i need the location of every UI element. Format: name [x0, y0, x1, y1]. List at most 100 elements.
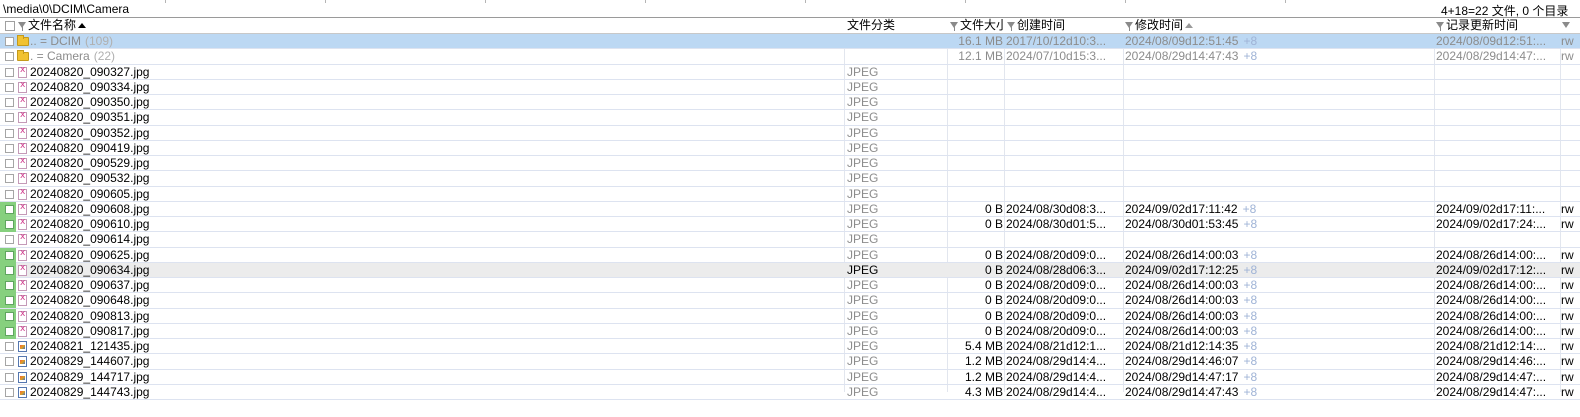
row-checkbox[interactable]: [5, 204, 14, 214]
row-checkbox[interactable]: [5, 82, 14, 92]
row-checkbox[interactable]: [5, 357, 14, 367]
row-checkbox[interactable]: [5, 235, 14, 245]
file-row[interactable]: 20240820_090610.jpgJPEG0 B2024/08/30d01:…: [0, 217, 1580, 233]
file-name[interactable]: 20240820_090817.jpg: [30, 324, 842, 339]
file-row[interactable]: 20240820_090351.jpg JPEG: [0, 110, 1580, 126]
column-header-attr[interactable]: [1562, 18, 1580, 34]
file-name[interactable]: 20240820_090813.jpg: [30, 309, 842, 324]
row-checkbox[interactable]: [5, 113, 14, 123]
row-checkbox[interactable]: [5, 387, 14, 397]
folder-row[interactable]: .. = DCIM (109) 16.1 MB 2017/10/12d10:3... 2…: [0, 34, 1580, 50]
file-name[interactable]: .. = DCIM (109): [30, 34, 842, 49]
file-name[interactable]: 20240829_144743.jpg: [30, 385, 842, 400]
file-name[interactable]: 20240820_090350.jpg: [30, 95, 842, 110]
file-row[interactable]: 20240821_121435.jpg JPEG 5.4 MB 2024/08/21d…: [0, 339, 1580, 355]
row-checkbox[interactable]: [5, 250, 14, 260]
column-header-type[interactable]: 文件分类: [847, 18, 947, 34]
column-header-size[interactable]: 文件大小: [950, 18, 1004, 34]
column-header-created[interactable]: 创建时间: [1007, 18, 1122, 34]
file-name[interactable]: 20240820_090608.jpg: [30, 202, 842, 217]
file-row[interactable]: 20240820_090625.jpg JPEG 0 B2024/08/20d09:…: [0, 247, 1580, 263]
row-checkbox[interactable]: [5, 220, 14, 229]
file-row[interactable]: 20240820_090614.jpg JPEG: [0, 232, 1580, 248]
file-name[interactable]: . = Camera (22): [30, 49, 842, 64]
row-checkbox[interactable]: [5, 311, 14, 321]
record-update-time: 2024/08/26d14:00:...: [1436, 278, 1547, 292]
file-type: JPEG: [847, 217, 879, 231]
file-name[interactable]: 20240829_144717.jpg: [30, 370, 842, 385]
row-checkbox[interactable]: [5, 98, 14, 107]
column-header-name[interactable]: 文件名称: [18, 18, 844, 34]
folder-row[interactable]: . = Camera (22) 12.1 MB 2024/07/10d15:3... 2…: [0, 49, 1580, 65]
file-name[interactable]: 20240820_090634.jpg: [30, 263, 842, 278]
file-name[interactable]: 20240820_090532.jpg: [30, 171, 842, 186]
column-header-modified[interactable]: 修改时间: [1125, 18, 1433, 34]
file-row[interactable]: 20240820_090352.jpg JPEG: [0, 126, 1580, 141]
file-name[interactable]: 20240820_090334.jpg: [30, 80, 842, 95]
filter-icon[interactable]: [1562, 22, 1570, 28]
file-type: JPEG: [847, 369, 879, 384]
created-time: 2024/08/20d09:0...: [1006, 308, 1107, 323]
file-row[interactable]: 20240820_090817.jpg JPEG 0 B2024/08/20d09:…: [0, 323, 1580, 339]
file-name[interactable]: 20240820_090419.jpg: [30, 141, 842, 156]
row-checkbox[interactable]: [5, 372, 14, 382]
file-type: JPEG: [847, 232, 879, 247]
broken-file-icon: [18, 156, 27, 169]
file-name[interactable]: 20240820_090605.jpg: [30, 187, 842, 202]
file-name[interactable]: 20240820_090327.jpg: [30, 65, 842, 80]
modified-time: 2024/08/09d12:51:45 +8: [1125, 34, 1433, 49]
select-all-checkbox[interactable]: [5, 21, 15, 31]
file-name[interactable]: 20240829_144607.jpg: [30, 354, 842, 369]
timezone-offset: +8: [1243, 278, 1258, 292]
file-attributes: rw: [1561, 201, 1574, 216]
file-name[interactable]: 20240820_090648.jpg: [30, 293, 842, 308]
file-name[interactable]: 20240820_090610.jpg: [30, 217, 842, 232]
file-name[interactable]: 20240820_090625.jpg: [30, 248, 842, 263]
file-row[interactable]: 20240820_090334.jpg JPEG: [0, 80, 1580, 95]
file-row[interactable]: 20240820_090605.jpg JPEG: [0, 187, 1580, 202]
file-row[interactable]: 20240829_144717.jpg JPEG 1.2 MB 2024/08/29d…: [0, 370, 1580, 385]
file-name-text: 20240820_090648.jpg: [30, 293, 150, 308]
file-row[interactable]: 20240820_090532.jpg JPEG: [0, 171, 1580, 187]
row-checkbox[interactable]: [5, 281, 14, 290]
row-checkbox[interactable]: [5, 265, 14, 275]
file-row[interactable]: 20240820_090813.jpg JPEG 0 B2024/08/20d09:…: [0, 308, 1580, 324]
broken-file-icon: [18, 309, 27, 322]
modified-time-text: 2024/08/30d01:53:45: [1125, 217, 1239, 231]
row-checkbox[interactable]: [5, 342, 14, 351]
file-name[interactable]: 20240820_090351.jpg: [30, 110, 842, 125]
row-checkbox[interactable]: [5, 296, 14, 306]
file-name[interactable]: 20240820_090352.jpg: [30, 126, 842, 141]
filter-icon-stem: [1011, 25, 1012, 31]
file-row[interactable]: 20240820_090529.jpg JPEG: [0, 156, 1580, 172]
file-name[interactable]: 20240821_121435.jpg: [30, 339, 842, 354]
row-checkbox[interactable]: [5, 159, 14, 168]
row-checkbox[interactable]: [5, 37, 14, 46]
file-row[interactable]: 20240829_144743.jpg JPEG 4.3 MB 2024/08/29d…: [0, 385, 1580, 400]
timezone-offset: +8: [1243, 262, 1258, 277]
file-row[interactable]: 20240820_090648.jpg JPEG 0 B2024/08/20d09:…: [0, 293, 1580, 309]
file-row[interactable]: 20240820_090350.jpg JPEG: [0, 95, 1580, 111]
record-update-time: 2024/09/02d17:24:...: [1436, 217, 1547, 231]
current-path[interactable]: \media\0\DCIM\Camera: [3, 2, 129, 16]
row-checkbox[interactable]: [5, 189, 14, 199]
row-checkbox[interactable]: [5, 67, 14, 77]
file-row[interactable]: 20240820_090327.jpg JPEG: [0, 65, 1580, 80]
row-checkbox[interactable]: [5, 326, 14, 336]
file-row[interactable]: 20240829_144607.jpg JPEG 1.2 MB 2024/08/29d…: [0, 354, 1580, 370]
file-row[interactable]: 20240820_090637.jpg JPEG 0 B2024/08/20d09:…: [0, 278, 1580, 294]
row-checkbox[interactable]: [5, 52, 14, 62]
file-name[interactable]: 20240820_090637.jpg: [30, 278, 842, 293]
file-name[interactable]: 20240820_090529.jpg: [30, 156, 842, 171]
row-checkbox[interactable]: [5, 143, 14, 153]
file-name[interactable]: 20240820_090614.jpg: [30, 232, 842, 247]
column-header-record[interactable]: 记录更新时间: [1436, 18, 1560, 34]
file-row[interactable]: 20240820_090608.jpg JPEG 0 B2024/08/30d08:…: [0, 201, 1580, 217]
row-checkbox[interactable]: [5, 128, 14, 138]
file-row[interactable]: 20240820_090419.jpg JPEG: [0, 141, 1580, 156]
row-checkbox[interactable]: [5, 174, 14, 184]
broken-file-icon: [18, 232, 27, 246]
file-row[interactable]: 20240820_090634.jpg JPEG 0 B2024/08/28d06:…: [0, 262, 1580, 278]
created-time: 2024/08/20d09:0...: [1006, 323, 1107, 338]
path-bar-divider: [645, 0, 646, 3]
